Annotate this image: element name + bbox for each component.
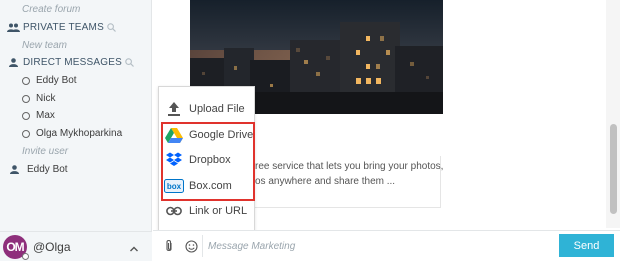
link-preview-description: ree service that lets you bring your pho… [255, 159, 455, 189]
dm-item-olga[interactable]: Olga Mykhoparkina [22, 125, 174, 142]
dm-item-label: Nick [36, 93, 56, 104]
menu-item-label: Upload File [189, 103, 245, 115]
person-icon [6, 58, 20, 67]
dm-item-eddy-bot[interactable]: Eddy Bot [22, 72, 174, 89]
menu-item-label: Link or URL [189, 205, 248, 217]
composer-divider [202, 235, 203, 257]
chevron-up-icon[interactable] [130, 243, 138, 255]
link-icon [164, 201, 184, 221]
avatar[interactable]: OM [3, 234, 29, 260]
person-icon [7, 165, 21, 174]
direct-messages-title: DIRECT MESSAGES [23, 57, 122, 68]
invite-user-link[interactable]: Invite user [22, 143, 174, 160]
link-preview-line: ree service that lets you bring your pho… [255, 161, 444, 172]
status-offline-icon [22, 111, 30, 120]
dm-item-label: Olga Mykhoparkina [36, 128, 123, 139]
message-input[interactable] [208, 235, 553, 257]
menu-item-link-url[interactable]: Link or URL [159, 200, 256, 222]
sidebar: Create forum PRIVATE TEAMS New team DIRE… [0, 0, 152, 261]
status-offline-icon [22, 129, 30, 138]
bot-user-label: Eddy Bot [27, 164, 68, 175]
search-icon[interactable] [125, 58, 134, 67]
dm-item-max[interactable]: Max [22, 107, 174, 124]
dm-item-label: Eddy Bot [36, 75, 77, 86]
username: @Olga [33, 239, 71, 254]
dm-item-nick[interactable]: Nick [22, 90, 174, 107]
bot-user-item[interactable]: Eddy Bot [7, 161, 159, 178]
private-teams-header[interactable]: PRIVATE TEAMS [6, 19, 158, 36]
emoji-icon[interactable] [181, 236, 201, 256]
menu-item-upload-file[interactable]: Upload File [159, 98, 256, 120]
avatar-initials: OM [6, 239, 24, 254]
private-teams-title: PRIVATE TEAMS [23, 22, 104, 33]
link-preview-line: os anywhere and share them ... [255, 176, 396, 187]
highlight-box [161, 122, 255, 201]
send-button[interactable]: Send [559, 234, 614, 257]
new-team-link[interactable]: New team [22, 37, 174, 54]
scrollbar-thumb[interactable] [610, 124, 617, 214]
search-icon[interactable] [107, 23, 116, 32]
presence-indicator [22, 252, 29, 260]
upload-icon [164, 99, 184, 119]
status-offline-icon [22, 76, 30, 85]
status-offline-icon [22, 94, 30, 103]
people-icon [6, 23, 20, 32]
user-footer[interactable]: OM @Olga [0, 231, 152, 261]
message-composer: Send [153, 230, 620, 261]
direct-messages-header[interactable]: DIRECT MESSAGES [6, 54, 158, 71]
dm-item-label: Max [36, 110, 55, 121]
paperclip-icon[interactable] [159, 236, 179, 256]
create-forum-link[interactable]: Create forum [22, 1, 174, 18]
